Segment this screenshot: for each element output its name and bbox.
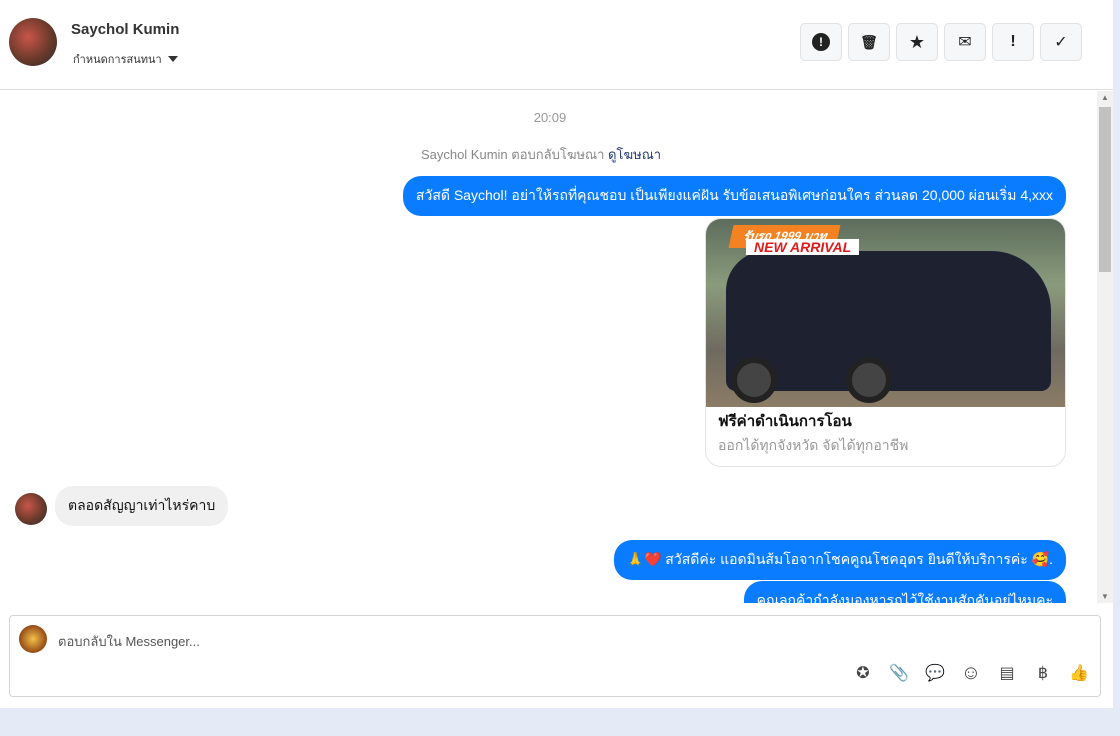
- star-button[interactable]: ★: [896, 23, 938, 61]
- customer-avatar: [15, 493, 47, 525]
- star-icon: ★: [908, 31, 926, 52]
- ad-banner-main: NEW ARRIVAL: [746, 239, 860, 255]
- action-toolbar: ! 🗑 ★ ✉ ! ✓: [800, 23, 1082, 61]
- wheel: [731, 357, 777, 403]
- message-list: 20:09 Saychol Kumin ตอบกลับโฆษณา ดูโฆษณา…: [0, 91, 1097, 603]
- trash-icon: 🗑: [860, 33, 878, 50]
- payment-icon[interactable]: ฿: [1032, 662, 1054, 684]
- assign-conversation-dropdown[interactable]: กำหนดการสนทนา: [73, 50, 178, 68]
- conversation-panel: Saychol Kumin กำหนดการสนทนา ! 🗑 ★ ✉ ! ✓ …: [0, 0, 1113, 708]
- reply-input[interactable]: ตอบกลับใน Messenger...: [58, 631, 200, 652]
- caret-down-icon: [167, 56, 178, 62]
- ad-reply-notice: Saychol Kumin ตอบกลับโฆษณา ดูโฆษณา: [0, 144, 1082, 165]
- page-avatar: [19, 625, 47, 653]
- scroll-down-icon[interactable]: ▼: [1101, 592, 1109, 601]
- contact-name[interactable]: Saychol Kumin: [71, 21, 179, 38]
- ad-subtitle: ออกได้ทุกจังหวัด จัดได้ทุกอาชีพ: [718, 437, 909, 453]
- check-icon: ✓: [1054, 34, 1068, 51]
- chat-icon[interactable]: 💬: [924, 662, 946, 684]
- wheel: [846, 357, 892, 403]
- exclamation-icon: !: [1010, 33, 1016, 50]
- avatar[interactable]: [9, 18, 57, 66]
- catalog-icon[interactable]: ▤: [996, 662, 1018, 684]
- message-bubble-outgoing: สวัสดี Saychol! อย่าให้รถที่คุณชอบ เป็นเ…: [402, 176, 1066, 216]
- done-button[interactable]: ✓: [1040, 23, 1082, 61]
- reply-composer[interactable]: ตอบกลับใน Messenger... ✪ 📎 💬 ☺ ▤ ฿ 👍: [9, 615, 1101, 697]
- ad-title: ฟรีค่าดำเนินการโอน: [718, 413, 852, 430]
- ad-image: รับรถ 1999 บาท NEW ARRIVAL: [706, 219, 1065, 407]
- emoji-icon[interactable]: ☺: [960, 662, 982, 684]
- assign-label: กำหนดการสนทนา: [73, 54, 162, 66]
- important-button[interactable]: !: [992, 23, 1034, 61]
- report-button[interactable]: !: [800, 23, 842, 61]
- view-ad-link[interactable]: ดูโฆษณา: [608, 147, 661, 162]
- ad-reply-text: Saychol Kumin ตอบกลับโฆษณา: [420, 147, 605, 162]
- message-bubble-incoming: ตลอดสัญญาเท่าไหร่คาบ: [55, 486, 229, 526]
- message-bubble-outgoing: 🙏❤️ สวัสดีค่ะ แอดมินส้มโอจากโชคคูณโชคอุด…: [613, 540, 1066, 580]
- delete-button[interactable]: 🗑: [848, 23, 890, 61]
- scroll-up-icon[interactable]: ▲: [1101, 93, 1109, 102]
- alert-icon: !: [812, 33, 830, 51]
- scrollbar-thumb[interactable]: [1099, 107, 1111, 272]
- mark-unread-button[interactable]: ✉: [944, 23, 986, 61]
- envelope-icon: ✉: [958, 34, 972, 51]
- conversation-header: Saychol Kumin กำหนดการสนทนา ! 🗑 ★ ✉ ! ✓: [0, 0, 1113, 90]
- message-bubble-outgoing: คุณลูกค้ากำลังมองหารถไว้ใช้งานสักคันอยู่…: [743, 581, 1066, 603]
- ad-card[interactable]: รับรถ 1999 บาท NEW ARRIVAL ฟรีค่าดำเนินก…: [705, 218, 1066, 467]
- saved-reply-icon[interactable]: ✪: [852, 662, 874, 684]
- scrollbar[interactable]: ▲ ▼: [1097, 91, 1113, 603]
- composer-tools: ✪ 📎 💬 ☺ ▤ ฿ 👍: [852, 662, 1090, 684]
- timestamp: 20:09: [533, 110, 567, 125]
- attach-icon[interactable]: 📎: [888, 662, 910, 684]
- like-icon[interactable]: 👍: [1068, 662, 1090, 684]
